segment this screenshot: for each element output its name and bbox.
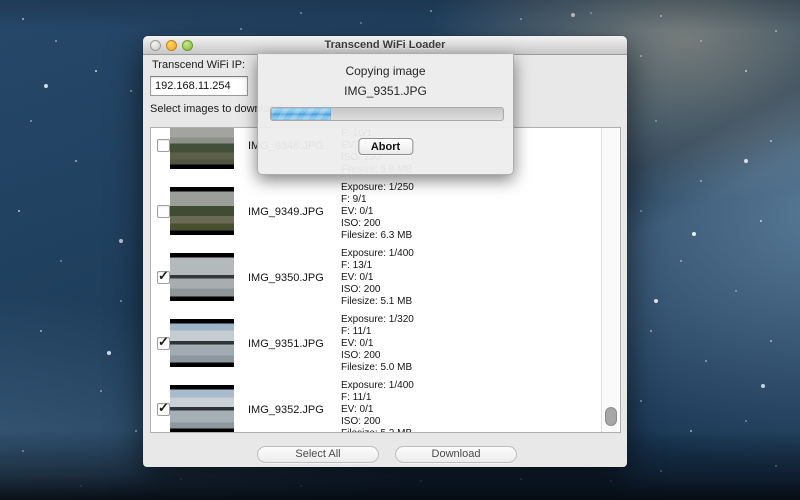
image-row[interactable]: IMG_9350.JPG Exposure: 1/400 F: 13/1 EV:…: [151, 244, 601, 310]
copy-progress-bar: [270, 107, 504, 121]
image-filename: IMG_9351.JPG: [248, 338, 324, 350]
image-thumbnail: [170, 187, 234, 235]
sheet-title: Copying image: [258, 64, 513, 78]
scrollbar-thumb[interactable]: [605, 407, 617, 426]
image-checkbox[interactable]: [157, 337, 170, 350]
exif-exposure: Exposure: 1/400: [341, 380, 414, 392]
exif-f: F: 13/1: [341, 260, 414, 272]
exif-ev: EV: 0/1: [341, 404, 414, 416]
desktop-wallpaper: Transcend WiFi Loader Transcend WiFi IP:…: [0, 0, 800, 500]
exif-filesize: Filesize: 5.2 MB: [341, 428, 414, 433]
app-window: Transcend WiFi Loader Transcend WiFi IP:…: [143, 36, 627, 467]
exif-exposure: Exposure: 1/320: [341, 314, 414, 326]
exif-filesize: Filesize: 5.1 MB: [341, 296, 414, 308]
exif-ev: EV: 0/1: [341, 206, 414, 218]
image-exif: Exposure: 1/400 F: 13/1 EV: 0/1 ISO: 200…: [341, 248, 414, 308]
select-all-button[interactable]: Select All: [257, 446, 379, 463]
exif-iso: ISO: 200: [341, 350, 414, 362]
image-exif: Exposure: 1/320 F: 11/1 EV: 0/1 ISO: 200…: [341, 314, 414, 374]
download-button[interactable]: Download: [395, 446, 517, 463]
progress-fill: [271, 108, 331, 120]
image-filename: IMG_9350.JPG: [248, 272, 324, 284]
exif-filesize: Filesize: 6.3 MB: [341, 230, 414, 242]
image-checkbox[interactable]: [157, 403, 170, 416]
exif-ev: EV: 0/1: [341, 272, 414, 284]
image-checkbox[interactable]: [157, 205, 170, 218]
image-exif: Exposure: 1/400 F: 11/1 EV: 0/1 ISO: 200…: [341, 380, 414, 433]
image-exif: Exposure: 1/250 F: 9/1 EV: 0/1 ISO: 200 …: [341, 182, 414, 242]
copy-progress-sheet: Copying image IMG_9351.JPG Abort: [257, 54, 514, 175]
image-thumbnail: [170, 253, 234, 301]
image-thumbnail: [170, 319, 234, 367]
exif-iso: ISO: 200: [341, 284, 414, 296]
exif-f: F: 9/1: [341, 194, 414, 206]
image-thumbnail: [170, 127, 234, 169]
image-filename: IMG_9352.JPG: [248, 404, 324, 416]
sheet-filename: IMG_9351.JPG: [258, 84, 513, 98]
exif-filesize: Filesize: 5.0 MB: [341, 362, 414, 374]
exif-f: F: 11/1: [341, 392, 414, 404]
ip-label: Transcend WiFi IP:: [152, 59, 245, 71]
exif-exposure: Exposure: 1/400: [341, 248, 414, 260]
exif-exposure: Exposure: 1/250: [341, 182, 414, 194]
exif-f: F: 11/1: [341, 326, 414, 338]
image-filename: IMG_9349.JPG: [248, 206, 324, 218]
abort-button[interactable]: Abort: [358, 138, 413, 155]
image-thumbnail: [170, 385, 234, 433]
ip-input[interactable]: [150, 76, 248, 96]
exif-ev: EV: 0/1: [341, 338, 414, 350]
scrollbar-track[interactable]: [601, 128, 620, 432]
image-checkbox[interactable]: [157, 139, 170, 152]
image-row[interactable]: IMG_9352.JPG Exposure: 1/400 F: 11/1 EV:…: [151, 376, 601, 433]
window-titlebar[interactable]: Transcend WiFi Loader: [143, 36, 627, 55]
image-row[interactable]: IMG_9349.JPG Exposure: 1/250 F: 9/1 EV: …: [151, 178, 601, 244]
exif-iso: ISO: 200: [341, 416, 414, 428]
image-row[interactable]: IMG_9351.JPG Exposure: 1/320 F: 11/1 EV:…: [151, 310, 601, 376]
image-checkbox[interactable]: [157, 271, 170, 284]
exif-iso: ISO: 200: [341, 218, 414, 230]
window-title: Transcend WiFi Loader: [143, 36, 627, 54]
star-field-bright: [0, 0, 2, 2]
